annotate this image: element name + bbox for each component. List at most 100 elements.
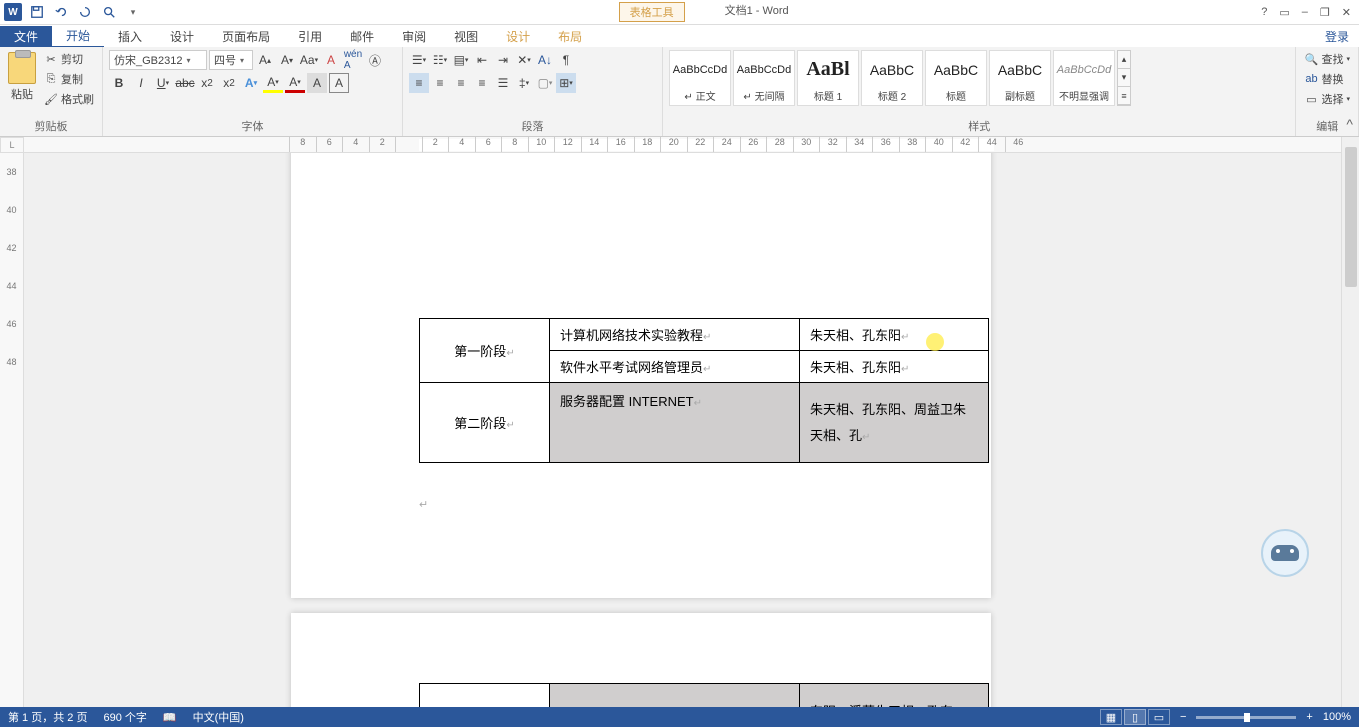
- copy-button[interactable]: ⎘复制: [42, 70, 96, 88]
- scroll-thumb[interactable]: [1345, 147, 1357, 287]
- table-page2[interactable]: ↵ 东阳、潘菲朱天相、孔东阳、潘菲↵ 服务器配置与管理实验指导书↵ 朱天相、孔东…: [419, 683, 989, 707]
- qat-customize[interactable]: ▾: [124, 3, 142, 21]
- phonetic-guide-button[interactable]: A: [321, 50, 341, 70]
- undo-button[interactable]: [52, 3, 70, 21]
- preview-button[interactable]: [100, 3, 118, 21]
- word-count[interactable]: 690 个字: [103, 709, 146, 725]
- style-heading1[interactable]: AaBl标题 1: [797, 50, 859, 106]
- tab-page-layout[interactable]: 页面布局: [208, 26, 284, 47]
- zoom-in-button[interactable]: +: [1306, 711, 1312, 723]
- multilevel-list-button[interactable]: ▤▾: [451, 50, 471, 70]
- styles-down-icon[interactable]: ▾: [1118, 69, 1130, 87]
- align-left-button[interactable]: ≡: [409, 73, 429, 93]
- language-indicator[interactable]: 中文(中国): [193, 709, 244, 725]
- cell[interactable]: 朱天相、孔东阳、周益卫朱天相、孔↵: [800, 383, 989, 463]
- bullets-button[interactable]: ☰▾: [409, 50, 429, 70]
- align-center-button[interactable]: ≡: [430, 73, 450, 93]
- table-row[interactable]: ↵ 东阳、潘菲朱天相、孔东阳、潘菲↵: [420, 684, 989, 708]
- ribbon-display-options[interactable]: ▭: [1279, 6, 1289, 19]
- replace-button[interactable]: ab替换: [1302, 70, 1352, 88]
- spellcheck-icon[interactable]: 📖: [163, 711, 177, 724]
- superscript-button[interactable]: x2: [219, 73, 239, 93]
- zoom-slider[interactable]: [1196, 716, 1296, 719]
- subscript-button[interactable]: x2: [197, 73, 217, 93]
- grow-font-button[interactable]: A▴: [255, 50, 275, 70]
- cell[interactable]: [420, 684, 550, 708]
- minimize-button[interactable]: –: [1302, 6, 1308, 19]
- table-row[interactable]: 第二阶段↵ 服务器配置 INTERNET↵ 朱天相、孔东阳、周益卫朱天相、孔↵: [420, 383, 989, 463]
- char-shading-button[interactable]: A: [307, 73, 327, 93]
- highlight-color-button[interactable]: A▾: [263, 73, 283, 93]
- tab-home[interactable]: 开始: [52, 25, 104, 48]
- style-subtle-emphasis[interactable]: AaBbCcDd不明显强调: [1053, 50, 1115, 106]
- style-subtitle[interactable]: AaBbC副标题: [989, 50, 1051, 106]
- tab-design[interactable]: 设计: [156, 26, 208, 47]
- bold-button[interactable]: B: [109, 73, 129, 93]
- style-heading2[interactable]: AaBbC标题 2: [861, 50, 923, 106]
- styles-up-icon[interactable]: ▴: [1118, 51, 1130, 69]
- styles-gallery[interactable]: AaBbCcDd↵ 正文 AaBbCcDd↵ 无间隔 AaBl标题 1 AaBb…: [669, 50, 1131, 106]
- zoom-level[interactable]: 100%: [1323, 711, 1351, 723]
- asian-layout-button[interactable]: ✕▾: [514, 50, 534, 70]
- close-button[interactable]: ✕: [1342, 6, 1351, 19]
- vertical-ruler[interactable]: 384042444648: [0, 153, 24, 707]
- change-case-button[interactable]: Aa▾: [299, 50, 319, 70]
- tab-insert[interactable]: 插入: [104, 26, 156, 47]
- cell[interactable]: ↵: [550, 684, 800, 708]
- font-name-combo[interactable]: 仿宋_GB2312▾: [109, 50, 207, 70]
- enclose-characters-button[interactable]: Ⓐ: [365, 50, 385, 70]
- tab-review[interactable]: 审阅: [388, 26, 440, 47]
- table-page1[interactable]: 第一阶段↵ 计算机网络技术实验教程↵ 朱天相、孔东阳↵ 软件水平考试网络管理员↵…: [419, 318, 989, 463]
- format-painter-button[interactable]: 🖌格式刷: [42, 90, 96, 108]
- cell[interactable]: 东阳、潘菲朱天相、孔东阳、潘菲↵: [800, 684, 989, 708]
- web-layout-button[interactable]: ▭: [1148, 709, 1170, 725]
- find-button[interactable]: 🔍查找▾: [1302, 50, 1352, 68]
- tab-mailings[interactable]: 邮件: [336, 26, 388, 47]
- help-button[interactable]: ?: [1261, 6, 1267, 19]
- italic-button[interactable]: I: [131, 73, 151, 93]
- styles-more-icon[interactable]: ≡: [1118, 87, 1130, 105]
- cell[interactable]: 服务器配置 INTERNET↵: [550, 383, 800, 463]
- increase-indent-button[interactable]: ⇥: [493, 50, 513, 70]
- read-mode-button[interactable]: ▦: [1100, 709, 1122, 725]
- redo-button[interactable]: [76, 3, 94, 21]
- line-spacing-button[interactable]: ‡▾: [514, 73, 534, 93]
- align-right-button[interactable]: ≡: [451, 73, 471, 93]
- cell[interactable]: 朱天相、孔东阳↵: [800, 319, 989, 351]
- show-marks-button[interactable]: ¶: [556, 50, 576, 70]
- horizontal-ruler[interactable]: 8642246810121416182022242628303234363840…: [24, 137, 1341, 153]
- distributed-button[interactable]: ☰: [493, 73, 513, 93]
- decrease-indent-button[interactable]: ⇤: [472, 50, 492, 70]
- char-border-button[interactable]: A: [329, 73, 349, 93]
- tab-table-layout[interactable]: 布局: [544, 26, 596, 47]
- print-layout-button[interactable]: ▯: [1124, 709, 1146, 725]
- cell[interactable]: 第二阶段↵: [420, 383, 550, 463]
- justify-button[interactable]: ≡: [472, 73, 492, 93]
- style-title[interactable]: AaBbC标题: [925, 50, 987, 106]
- font-color-button[interactable]: A▾: [285, 73, 305, 93]
- document-area[interactable]: 第一阶段↵ 计算机网络技术实验教程↵ 朱天相、孔东阳↵ 软件水平考试网络管理员↵…: [24, 153, 1341, 707]
- assistant-icon[interactable]: [1261, 529, 1309, 577]
- cell[interactable]: 第一阶段↵: [420, 319, 550, 383]
- pinyin-button[interactable]: wénA: [343, 50, 363, 70]
- page-indicator[interactable]: 第 1 页，共 2 页: [8, 709, 87, 725]
- cut-button[interactable]: ✂剪切: [42, 50, 96, 68]
- select-button[interactable]: ▭选择▾: [1302, 90, 1352, 108]
- cell[interactable]: 计算机网络技术实验教程↵: [550, 319, 800, 351]
- save-button[interactable]: [28, 3, 46, 21]
- table-row[interactable]: 第一阶段↵ 计算机网络技术实验教程↵ 朱天相、孔东阳↵: [420, 319, 989, 351]
- numbering-button[interactable]: ☷▾: [430, 50, 450, 70]
- cell[interactable]: 朱天相、孔东阳↵: [800, 351, 989, 383]
- style-no-spacing[interactable]: AaBbCcDd↵ 无间隔: [733, 50, 795, 106]
- sign-in-link[interactable]: 登录: [1325, 28, 1359, 45]
- zoom-out-button[interactable]: −: [1180, 711, 1186, 723]
- strikethrough-button[interactable]: abc: [175, 73, 195, 93]
- shading-button[interactable]: ▢▾: [535, 73, 555, 93]
- tab-file[interactable]: 文件: [0, 26, 52, 47]
- vertical-scrollbar[interactable]: [1341, 137, 1359, 707]
- tab-table-design[interactable]: 设计: [492, 26, 544, 47]
- style-normal[interactable]: AaBbCcDd↵ 正文: [669, 50, 731, 106]
- paste-button[interactable]: 粘贴: [6, 50, 38, 104]
- font-size-combo[interactable]: 四号▾: [209, 50, 253, 70]
- tab-view[interactable]: 视图: [440, 26, 492, 47]
